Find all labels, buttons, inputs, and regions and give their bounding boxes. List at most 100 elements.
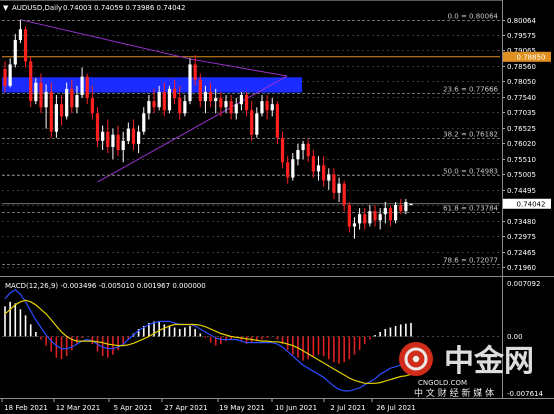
- candle-body: [167, 88, 172, 111]
- price-tick-label: 0.79575: [507, 32, 536, 40]
- candle-body: [316, 165, 321, 172]
- fib-level-label: 0.0 = 0.80064: [448, 13, 499, 21]
- candle-body: [18, 29, 23, 40]
- ohlc-readout: 0.74003 0.74059 0.73986 0.74042: [63, 4, 185, 12]
- price-tick-label: 0.78560: [507, 63, 536, 71]
- candle-body: [147, 101, 151, 114]
- watermark-domain: CNGOLD.COM: [418, 379, 467, 387]
- candle-body: [95, 113, 100, 141]
- candle-body: [90, 98, 94, 114]
- candle-body: [409, 203, 413, 206]
- candle-body: [23, 29, 28, 62]
- candle-body: [363, 214, 367, 224]
- resistance-zone-rect: [2, 77, 302, 93]
- fib-level-label: 61.8 = 0.73784: [443, 205, 498, 213]
- candle-body: [332, 174, 336, 193]
- candle-body: [239, 95, 244, 105]
- candle-body: [270, 104, 274, 111]
- candle-body: [203, 91, 208, 102]
- candle-body: [198, 79, 202, 102]
- candle-body: [327, 174, 331, 181]
- candle-body: [85, 76, 89, 99]
- candle-body: [172, 88, 177, 99]
- price-tick-label: 0.80064: [507, 17, 536, 25]
- price-tick-label: 0.72465: [507, 249, 536, 257]
- candle: [275, 101, 279, 144]
- candle-body: [383, 208, 387, 215]
- candle-body: [34, 82, 38, 102]
- time-tick-label: 10 Jun 2021: [275, 404, 317, 412]
- candle-body: [404, 201, 408, 212]
- fib-level-label: 38.2 = 0.76182: [443, 131, 498, 139]
- candle-body: [3, 69, 7, 86]
- candle-body: [255, 113, 259, 135]
- candle-body: [301, 143, 305, 151]
- price-tick-label: 0.76020: [507, 140, 536, 148]
- candle: [188, 58, 192, 105]
- candle: [23, 26, 28, 68]
- candle-body: [111, 134, 115, 147]
- candle-body: [131, 128, 136, 144]
- macd-bottom-label: -0.007614: [507, 390, 543, 398]
- candle-body: [39, 82, 43, 108]
- price-tick-label: 0.75005: [507, 171, 536, 179]
- candle-body: [183, 101, 187, 114]
- candle-body: [265, 101, 269, 111]
- macd-label: MACD(12,26,9) -0.003496 -0.005010 0.0019…: [5, 282, 206, 290]
- candle-body: [393, 205, 398, 221]
- candle-body: [280, 137, 285, 163]
- candle-body: [286, 162, 290, 178]
- candle-body: [29, 61, 33, 102]
- cngold-logo-dot: [412, 355, 420, 363]
- watermark-brand: 中金网: [444, 344, 534, 379]
- candle-body: [296, 150, 300, 160]
- candle-body: [101, 131, 105, 141]
- candle-body: [75, 95, 79, 108]
- candle-body: [337, 183, 341, 193]
- candle-body: [178, 98, 182, 114]
- price-tick-label: 0.77035: [507, 109, 536, 117]
- candle-body: [116, 134, 120, 151]
- candle-body: [219, 98, 223, 108]
- candle-body: [342, 183, 346, 206]
- macd-top-label: 0.007092: [507, 280, 540, 288]
- time-tick-label: 19 May 2021: [219, 404, 265, 412]
- candle: [29, 56, 33, 108]
- price-tick-label: 0.74495: [507, 187, 536, 195]
- candle-body: [157, 91, 161, 108]
- time-tick-label: 27 Apr 2021: [164, 404, 207, 412]
- symbol-label: AUDUSD,Daily: [12, 4, 62, 12]
- candle-body: [80, 76, 84, 96]
- candle-body: [188, 64, 192, 102]
- candle-body: [234, 104, 238, 114]
- candle-body: [121, 140, 125, 151]
- price-tick-label: 0.77540: [507, 94, 536, 102]
- fib-level-label: 23.6 = 0.77666: [443, 86, 498, 94]
- candle-body: [70, 88, 74, 108]
- candle-body: [214, 98, 218, 102]
- candle-body: [142, 113, 146, 132]
- candle-body: [373, 211, 377, 221]
- candle-body: [229, 101, 233, 114]
- candle-body: [352, 223, 357, 227]
- chart-arrow-icon: ▼: [3, 4, 9, 12]
- watermark-slogan: 中 文 财 经 新 媒 体: [414, 387, 494, 399]
- candle-body: [65, 88, 69, 117]
- candle-body: [8, 64, 12, 86]
- candle-body: [358, 214, 362, 224]
- price-tick-label: 0.76525: [507, 125, 536, 133]
- price-tick-label: 0.72975: [507, 233, 536, 241]
- candle-body: [399, 205, 403, 212]
- trading-chart[interactable]: 0.0 = 0.80064 23.6 = 0.77666 38.2 = 0.7618…: [0, 0, 554, 414]
- fib-level-label: 50.0 = 0.74983: [443, 168, 498, 176]
- price-tick-label: 0.71960: [507, 264, 536, 272]
- price-tick-label: 0.73480: [507, 218, 536, 226]
- candle-body: [13, 39, 17, 65]
- candle-body: [44, 91, 48, 108]
- candle-body: [291, 159, 295, 178]
- candle-body: [275, 104, 279, 138]
- candle-body: [152, 101, 156, 108]
- candle-body: [260, 101, 264, 114]
- macd-zero-label: 0.00: [507, 333, 523, 341]
- candle-body: [378, 214, 382, 221]
